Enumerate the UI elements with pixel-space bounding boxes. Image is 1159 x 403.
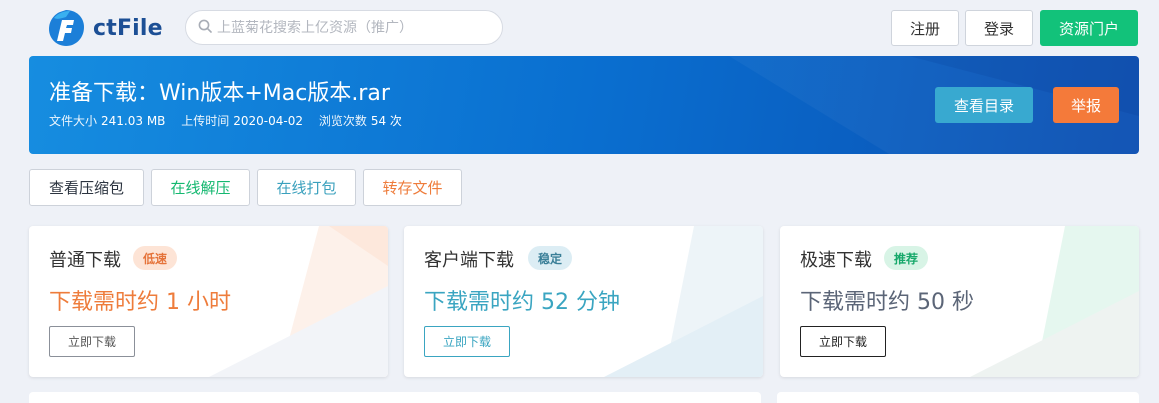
bottom-panel-right xyxy=(777,392,1139,403)
upload-time-value: 2020-04-02 xyxy=(233,114,303,128)
download-eta: 下载需时约 50 秒 xyxy=(800,290,974,315)
client-download-card: 客户端下载 稳定 下载需时约 52 分钟 立即下载 xyxy=(404,226,763,377)
ctfile-logo-icon xyxy=(46,8,86,48)
top-header: ctFile 注册 登录 资源门户 xyxy=(0,0,1159,56)
online-extract-button[interactable]: 在线解压 xyxy=(151,169,250,206)
file-info-banner: 准备下载：Win版本+Mac版本.rar 文件大小 241.03 MB 上传时间 2… xyxy=(29,56,1139,154)
download-now-button[interactable]: 立即下载 xyxy=(424,326,510,357)
search-box[interactable] xyxy=(185,10,503,45)
search-input[interactable] xyxy=(217,19,497,36)
file-meta: 文件大小 241.03 MB 上传时间 2020-04-02 浏览次数 54 次 xyxy=(49,112,414,129)
file-title: 准备下载：Win版本+Mac版本.rar xyxy=(49,81,390,106)
save-file-button[interactable]: 转存文件 xyxy=(363,169,462,206)
bottom-panel-left xyxy=(29,392,761,403)
card-title: 客户端下载 xyxy=(424,250,514,271)
logo-text: ctFile xyxy=(93,15,163,41)
file-size-value: 241.03 MB xyxy=(101,114,166,128)
normal-download-card: 普通下载 低速 下载需时约 1 小时 立即下载 xyxy=(29,226,388,377)
stable-badge: 稳定 xyxy=(528,246,573,270)
resource-portal-button[interactable]: 资源门户 xyxy=(1040,10,1138,46)
view-count-label: 浏览次数 xyxy=(318,114,367,128)
view-archive-button[interactable]: 查看压缩包 xyxy=(29,169,144,206)
file-size-label: 文件大小 xyxy=(49,114,98,128)
online-pack-button[interactable]: 在线打包 xyxy=(257,169,356,206)
download-eta: 下载需时约 1 小时 xyxy=(49,290,231,315)
view-catalog-button[interactable]: 查看目录 xyxy=(935,87,1033,123)
speed-badge: 低速 xyxy=(133,246,178,270)
view-count-value: 54 次 xyxy=(370,114,402,128)
card-title: 普通下载 xyxy=(49,250,121,271)
upload-time-label: 上传时间 xyxy=(181,114,230,128)
fast-download-card: 极速下载 推荐 下载需时约 50 秒 立即下载 xyxy=(780,226,1139,377)
download-eta: 下载需时约 52 分钟 xyxy=(424,290,620,315)
download-now-button[interactable]: 立即下载 xyxy=(49,326,135,357)
download-now-button[interactable]: 立即下载 xyxy=(800,326,886,357)
report-button[interactable]: 举报 xyxy=(1053,87,1119,123)
search-icon xyxy=(198,18,212,37)
login-button[interactable]: 登录 xyxy=(965,10,1033,46)
register-button[interactable]: 注册 xyxy=(891,10,959,46)
logo[interactable]: ctFile xyxy=(46,8,163,48)
card-title: 极速下载 xyxy=(800,250,872,271)
recommended-badge: 推荐 xyxy=(884,246,929,270)
